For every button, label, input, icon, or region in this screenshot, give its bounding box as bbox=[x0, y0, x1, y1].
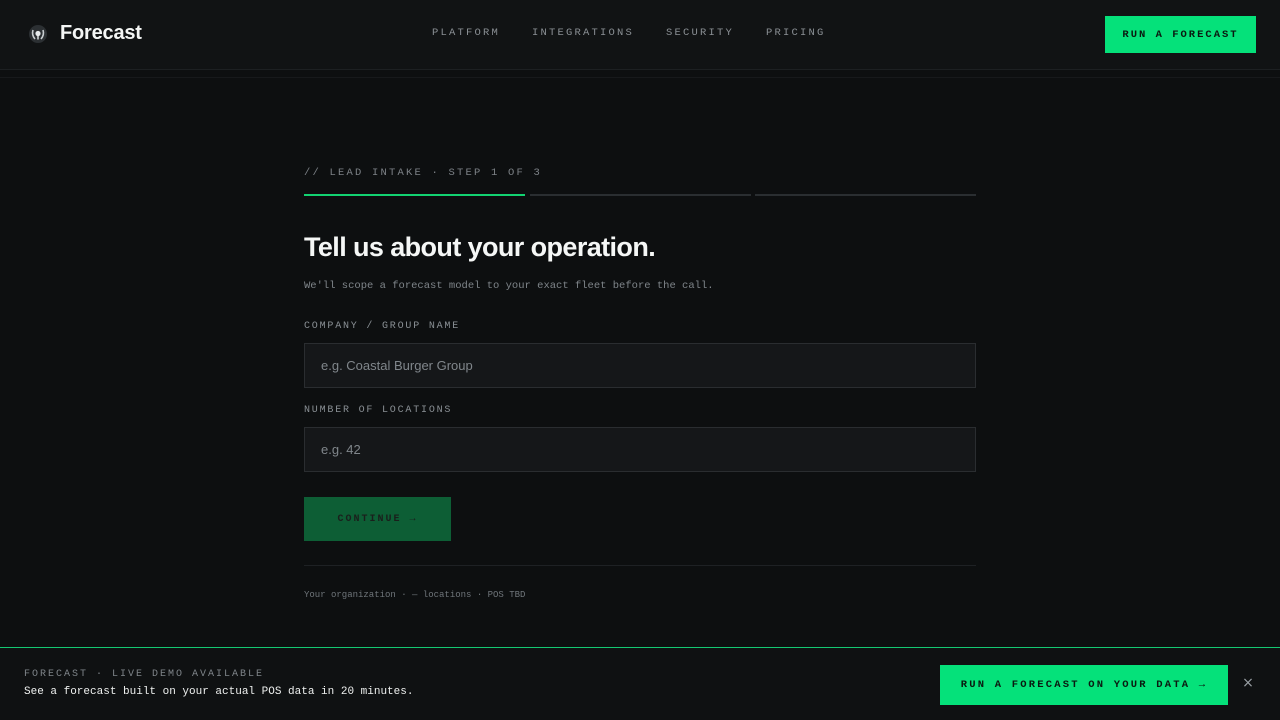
banner-text: See a forecast built on your actual POS … bbox=[24, 686, 414, 698]
nav-item-integrations[interactable]: INTEGRATIONS bbox=[532, 27, 634, 39]
nav-item-platform[interactable]: PLATFORM bbox=[432, 27, 500, 39]
locations-field-label: NUMBER OF LOCATIONS bbox=[304, 405, 453, 416]
continue-button[interactable]: CONTINUE → bbox=[304, 497, 451, 541]
form-subtitle: We'll scope a forecast model to your exa… bbox=[304, 280, 714, 292]
close-icon[interactable]: × bbox=[1241, 674, 1255, 692]
site-header: Forecast PLATFORM INTEGRATIONS SECURITY … bbox=[0, 0, 1280, 70]
progress-segment-1 bbox=[304, 194, 525, 196]
banner-kicker: FORECAST · LIVE DEMO AVAILABLE bbox=[24, 669, 265, 680]
brand-name: Forecast bbox=[60, 22, 142, 44]
progress-segment-3 bbox=[755, 194, 976, 196]
nav-item-security[interactable]: SECURITY bbox=[666, 27, 734, 39]
form-title: Tell us about your operation. bbox=[304, 232, 656, 262]
demo-banner: FORECAST · LIVE DEMO AVAILABLE See a for… bbox=[0, 647, 1280, 720]
main-nav: PLATFORM INTEGRATIONS SECURITY PRICING bbox=[432, 27, 826, 39]
form-divider bbox=[304, 565, 976, 566]
wreath-logo-icon bbox=[29, 24, 47, 43]
company-name-input[interactable] bbox=[304, 343, 976, 388]
brand[interactable]: Forecast bbox=[28, 22, 142, 45]
company-field-label: COMPANY / GROUP NAME bbox=[304, 321, 461, 332]
step-label: // LEAD INTAKE · STEP 1 OF 3 bbox=[304, 167, 543, 179]
header-divider bbox=[0, 77, 1280, 78]
run-forecast-button[interactable]: RUN A FORECAST bbox=[1105, 16, 1256, 53]
progress-segment-2 bbox=[530, 194, 751, 196]
locations-count-input[interactable] bbox=[304, 427, 976, 472]
run-forecast-on-data-button[interactable]: RUN A FORECAST ON YOUR DATA → bbox=[940, 665, 1228, 705]
form-summary: Your organization · — locations · POS TB… bbox=[304, 590, 526, 600]
nav-item-pricing[interactable]: PRICING bbox=[766, 27, 826, 39]
step-progress bbox=[304, 194, 976, 197]
